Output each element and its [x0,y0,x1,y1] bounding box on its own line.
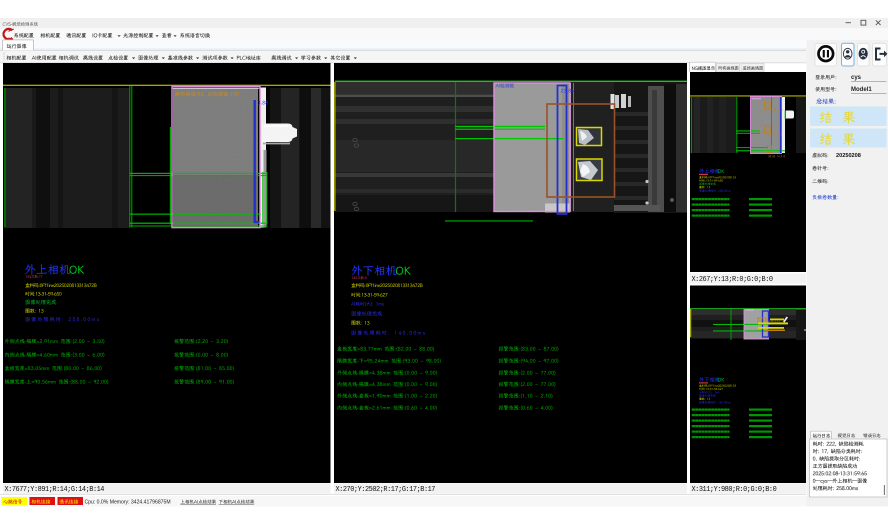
svg-text:X:7677;Y:891;R:14;G:14;B:14: X:7677;Y:891;R:14;G:14;B:14 [5,486,105,494]
svg-text:X:311;Y:980;R:0;G:0;B:0: X:311;Y:980;R:0;G:0;B:0 [692,486,777,494]
svg-text:cys: cys [851,75,862,81]
svg-text:20250208: 20250208 [836,153,861,159]
svg-text:Cpu: 0.0% Memory: 3424.4179687: Cpu: 0.0% Memory: 3424.41796875M [85,499,171,505]
svg-text:X:270;Y:2502;R:17;G:17;B:17: X:270;Y:2502;R:17;G:17;B:17 [336,486,436,494]
svg-text:X:267;Y:13;R:0;G:0;B:0: X:267;Y:13;R:0;G:0;B:0 [692,276,773,284]
svg-text:Model1: Model1 [851,87,872,93]
